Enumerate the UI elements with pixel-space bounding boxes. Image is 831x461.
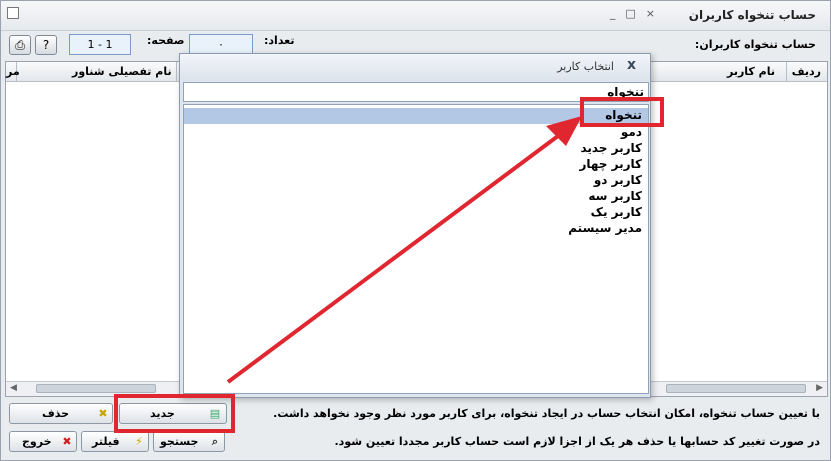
filter-button[interactable]: ⚡ فیلتر — [81, 431, 149, 452]
exit-icon: ✖ — [62, 435, 72, 448]
note-2: در صورت تغییر کد حسابها یا حذف هر یک از … — [334, 435, 821, 448]
highlight-box-list-item — [580, 97, 664, 127]
list-item[interactable]: مدیر سیستم — [568, 221, 642, 235]
delete-icon: ✖ — [98, 407, 108, 420]
binoculars-icon: ⌕ — [211, 435, 219, 448]
list-item[interactable]: دمو — [621, 125, 642, 139]
delete-button[interactable]: ✖ حذف — [9, 403, 113, 424]
dialog-title-bar: x انتخاب کاربر — [180, 54, 650, 80]
close-icon[interactable]: x — [627, 57, 636, 73]
list-item[interactable]: کاربر چهار — [579, 157, 642, 171]
dialog-title: انتخاب کاربر — [557, 60, 614, 73]
help-icon[interactable]: ? — [35, 35, 57, 55]
search-button[interactable]: ⌕ جستجو — [153, 431, 225, 452]
list-item[interactable]: کاربر سه — [588, 189, 642, 203]
scroll-thumb-left[interactable] — [36, 384, 156, 393]
count-label: تعداد: — [264, 34, 295, 47]
print-icon[interactable]: ⎙ — [9, 35, 31, 55]
list-item[interactable]: کاربر دو — [594, 173, 642, 187]
count-indicator: ۰ — [189, 34, 253, 55]
exit-button[interactable]: ✖ خروج — [9, 431, 77, 452]
page-indicator: 1 - 1 — [69, 34, 131, 55]
window-icon — [7, 7, 19, 19]
account-label: حساب تنخواه کاربران: — [694, 38, 816, 51]
note-1: با تعیین حساب تنخواه، امکان انتخاب حساب … — [273, 407, 820, 420]
title-bar: _ □ × حساب تنخواه کاربران — [1, 1, 830, 31]
selected-row-highlight — [184, 108, 648, 124]
close-button[interactable]: × — [646, 7, 655, 20]
filter-icon: ⚡ — [135, 435, 143, 448]
user-list: تنخواه دمو کاربر جدید کاربر چهار کاربر د… — [183, 104, 649, 394]
highlight-box-new-button — [114, 394, 235, 433]
col-row[interactable]: ردیف — [792, 65, 821, 78]
window-title: حساب تنخواه کاربران — [688, 8, 816, 22]
col-user-name[interactable]: نام کاربر — [727, 65, 775, 78]
scroll-right-icon[interactable]: ▶ — [816, 383, 823, 393]
list-item[interactable]: کاربر یک — [591, 205, 642, 219]
scroll-left-icon[interactable]: ◀ — [10, 383, 17, 393]
col-partial[interactable]: مر — [6, 65, 20, 78]
window-controls: _ □ × — [610, 7, 655, 20]
col-floating-detail[interactable]: نام تفصیلی شناور — [72, 65, 172, 78]
page-label: صفحه: — [147, 34, 185, 47]
minimize-button[interactable]: _ — [610, 7, 616, 20]
maximize-button[interactable]: □ — [625, 7, 635, 20]
list-item[interactable]: کاربر جدید — [580, 141, 642, 155]
scroll-thumb-right[interactable] — [666, 384, 806, 393]
